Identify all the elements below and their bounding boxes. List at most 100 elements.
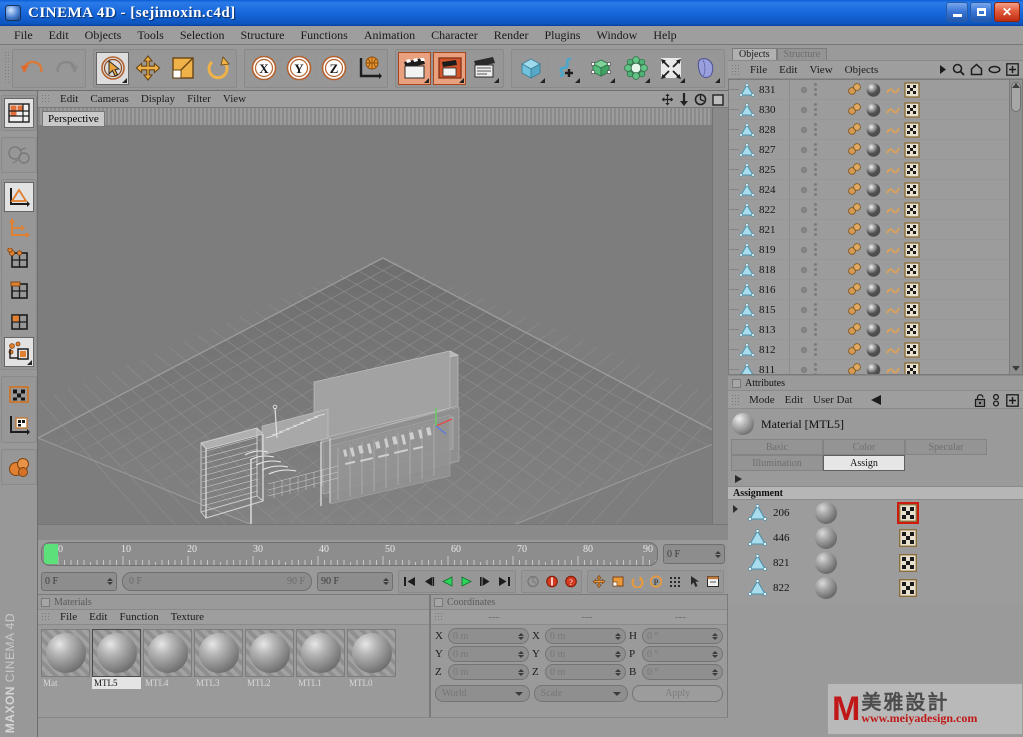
menu-item-plugins[interactable]: Plugins [536,27,588,44]
uvw-tag-icon[interactable] [885,83,901,97]
record-active-objects-button[interactable] [542,571,561,591]
texture-axis-mode-button[interactable] [3,410,34,440]
menu-item-animation[interactable]: Animation [356,27,423,44]
table-row[interactable]: — 815 [729,300,1022,320]
table-row[interactable]: — 818 [729,260,1022,280]
material-tag-icon[interactable] [865,322,882,338]
uvw-tag-icon[interactable] [885,223,901,237]
list-item[interactable]: 446 [728,525,1023,550]
polygon-object-icon[interactable] [739,182,755,197]
phong-tag-icon[interactable] [847,102,862,117]
lock-y-axis-button[interactable]: Y [282,51,315,85]
editor-visibility-dot[interactable] [801,126,807,133]
uvw-tag-icon[interactable] [885,203,901,217]
visibility-dots[interactable] [801,103,841,116]
uvw-tag-icon[interactable] [885,103,901,117]
render-visibility-dots[interactable] [814,303,817,316]
coord-rot-h-spinner[interactable] [712,632,718,640]
material-item-mtl3[interactable]: MTL3 [194,629,243,689]
scene-object-button[interactable] [689,51,722,85]
autokeying-button[interactable] [523,571,542,591]
phong-tag-icon[interactable] [847,362,862,375]
render-visibility-dots[interactable] [814,243,817,256]
tab-illumination[interactable]: Illumination [731,455,823,471]
material-tag-icon[interactable] [865,342,882,358]
viewport-menu-edit[interactable]: Edit [54,93,84,105]
render-visibility-dots[interactable] [814,123,817,136]
uvw-tag-icon[interactable] [885,183,901,197]
uvw-tag-icon[interactable] [885,283,901,297]
visibility-dots[interactable] [801,303,841,316]
coordinate-system-dropdown[interactable]: World [435,685,530,702]
timeline-frame-field[interactable]: 0 F [663,544,725,564]
coord-pos-z-field[interactable]: 0 m [448,664,529,680]
polygon-object-icon[interactable] [748,579,767,596]
make-editable-button[interactable] [3,140,34,170]
max-frame-field[interactable]: 90 F [317,571,393,591]
coord-rot-b-field[interactable]: 0 ° [642,664,723,680]
attributes-menu-edit[interactable]: Edit [780,394,808,406]
current-frame-field[interactable]: 0 F [41,571,117,591]
viewport-grip[interactable] [41,94,50,104]
tab-basic[interactable]: Basic [731,439,823,455]
step-back-button[interactable] [419,571,438,591]
list-item[interactable]: 821 [728,550,1023,575]
list-item[interactable]: 206 [728,500,1023,525]
editor-visibility-dot[interactable] [801,246,807,253]
material-tag-icon[interactable] [865,262,882,278]
chevron-right-icon[interactable] [939,64,947,75]
polygon-object-icon[interactable] [739,162,755,177]
visibility-dots[interactable] [801,223,841,236]
transform-mode-dropdown[interactable]: Scale [533,685,629,702]
material-tag-icon[interactable] [865,182,882,198]
menu-item-help[interactable]: Help [645,27,684,44]
coord-pos-y-field[interactable]: 0 m [448,646,529,662]
object-manager-list[interactable]: — 831 — 830 — 828 — 827 — 825 — 824 — 82… [728,79,1023,375]
material-tag-icon[interactable] [865,82,882,98]
texture-tag-icon[interactable] [899,528,917,547]
table-row[interactable]: — 831 [729,80,1022,100]
phong-tag-icon[interactable] [847,342,862,357]
editor-visibility-dot[interactable] [801,226,807,233]
layout-manager-button[interactable] [3,98,34,128]
list-item[interactable]: 822 [728,575,1023,600]
texture-tag-icon[interactable] [904,281,920,298]
max-frame-spinner[interactable] [383,577,389,585]
object-menu-objects[interactable]: Objects [839,64,885,76]
editor-visibility-dot[interactable] [801,206,807,213]
visibility-dots[interactable] [801,143,841,156]
object-menu-view[interactable]: View [803,64,838,76]
attributes-expand-arrow[interactable] [728,471,1023,486]
viewport-menu-filter[interactable]: Filter [181,93,217,105]
polygon-object-icon[interactable] [748,554,767,571]
material-tag-icon[interactable] [865,362,882,376]
phong-tag-icon[interactable] [847,182,862,197]
coord-pos-y-spinner[interactable] [518,650,524,658]
texture-tag-icon[interactable] [904,141,920,158]
polygon-object-icon[interactable] [739,262,755,277]
render-visibility-dots[interactable] [814,143,817,156]
editor-visibility-dot[interactable] [801,286,807,293]
move-tool-button[interactable] [131,51,164,85]
phong-tag-icon[interactable] [847,282,862,297]
tab-assign[interactable]: Assign [823,455,905,471]
table-row[interactable]: — 811 [729,360,1022,376]
polygon-mode-button[interactable] [3,306,34,336]
perspective-viewport[interactable]: Perspective [38,108,728,540]
texture-tag-icon[interactable] [899,578,917,597]
redo-button[interactable] [50,51,83,85]
polygon-object-icon[interactable] [739,362,755,374]
texture-tag-icon[interactable] [904,361,920,376]
visibility-dots[interactable] [801,263,841,276]
phong-tag-icon[interactable] [847,162,862,177]
play-forward-button[interactable] [457,571,476,591]
polygon-object-icon[interactable] [739,282,755,297]
phong-tag-icon[interactable] [847,322,862,337]
table-row[interactable]: — 821 [729,220,1022,240]
uvw-tag-icon[interactable] [885,303,901,317]
tab-structure[interactable]: Structure [776,48,828,60]
pan-view-icon[interactable] [661,93,674,106]
material-tag-icon[interactable] [865,142,882,158]
lock-icon[interactable] [974,394,986,407]
key-position-button[interactable] [589,571,608,591]
